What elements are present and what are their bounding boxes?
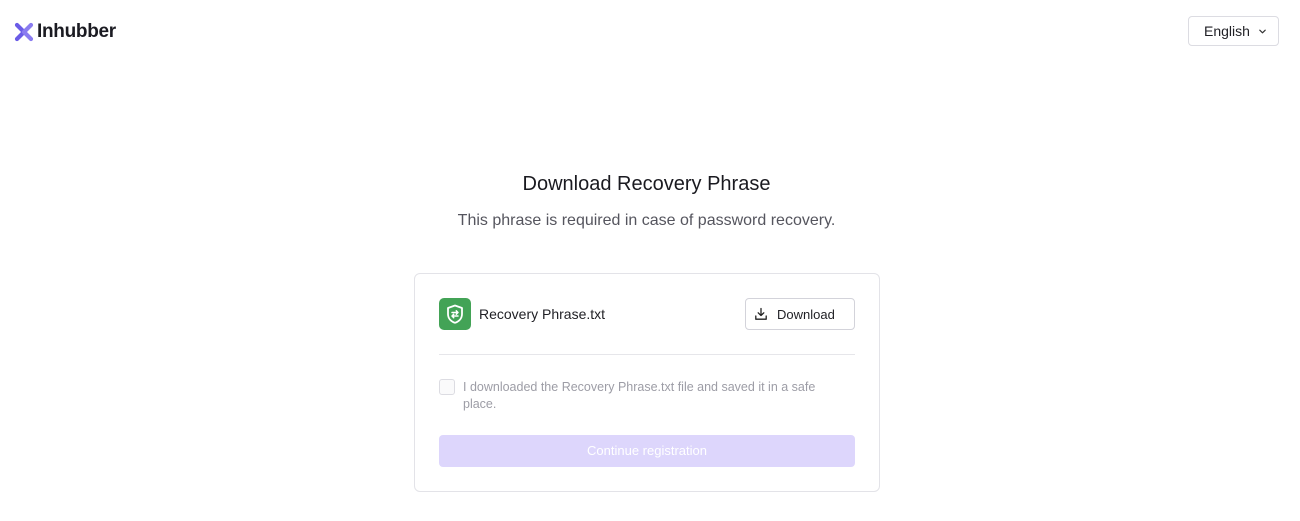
brand-logo[interactable]: Inhubber (14, 21, 116, 43)
header: Inhubber English (0, 0, 1300, 64)
brand-name: Inhubber (37, 21, 116, 42)
page-subtitle: This phrase is required in case of passw… (457, 212, 836, 229)
recovery-phrase-card: Recovery Phrase.txt Download I downloade… (414, 273, 880, 492)
divider (439, 354, 855, 355)
download-button[interactable]: Download (745, 298, 855, 330)
file-name: Recovery Phrase.txt (479, 306, 606, 322)
language-select[interactable]: English (1188, 16, 1279, 46)
inhubber-logo-icon (14, 22, 34, 42)
continue-registration-button[interactable]: Continue registration (439, 435, 855, 467)
chevron-down-icon (1259, 29, 1266, 34)
confirmation-label[interactable]: I downloaded the Recovery Phrase.txt fil… (463, 379, 843, 413)
language-select-value: English (1204, 23, 1250, 39)
download-icon (755, 307, 767, 320)
download-button-label: Download (777, 306, 835, 322)
confirmation-checkbox[interactable] (439, 379, 455, 395)
page-title: Download Recovery Phrase (522, 173, 771, 195)
shield-file-icon (439, 298, 471, 330)
